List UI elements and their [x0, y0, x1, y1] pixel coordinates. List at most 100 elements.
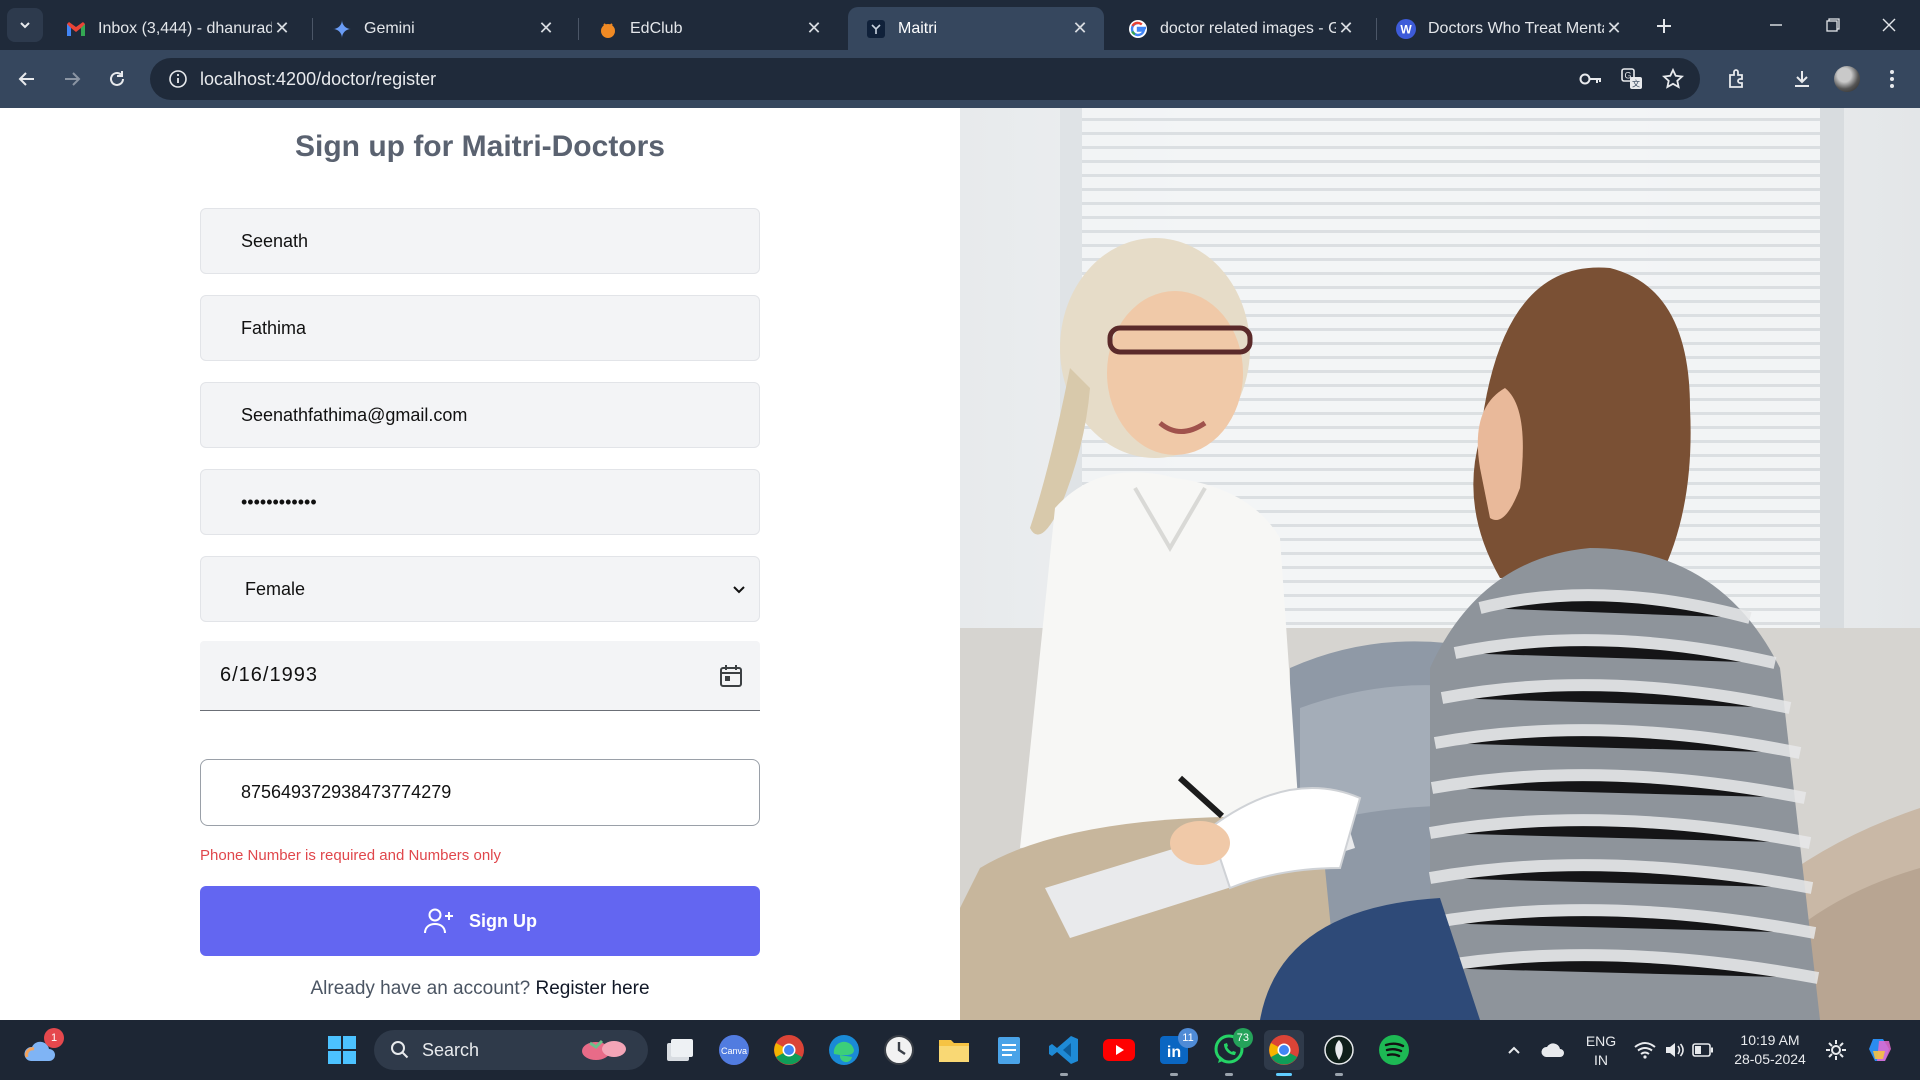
translate-icon[interactable]: G文 — [1619, 66, 1645, 92]
youtube-app[interactable] — [1099, 1030, 1139, 1070]
gemini-icon — [332, 19, 352, 39]
w-icon: W — [1396, 18, 1416, 39]
close-icon[interactable]: ✕ — [1070, 18, 1090, 39]
show-hidden-icons-button[interactable] — [1494, 1030, 1534, 1070]
running-indicator — [1335, 1073, 1343, 1076]
close-icon[interactable]: ✕ — [272, 18, 292, 39]
weather-badge: 1 — [44, 1028, 64, 1048]
minimize-button[interactable] — [1753, 8, 1799, 42]
battery-icon — [1692, 1043, 1713, 1057]
register-here-link[interactable]: Register here — [535, 978, 649, 999]
new-tab-button[interactable] — [1650, 12, 1678, 40]
gender-selected-value: Female — [245, 578, 306, 599]
search-icon — [391, 1041, 409, 1059]
tab-search-button[interactable] — [7, 8, 43, 42]
clock-date-text: 28-05-2024 — [1734, 1051, 1806, 1067]
tab-gemini[interactable]: Gemini ✕ — [314, 7, 570, 50]
task-view-button[interactable] — [660, 1030, 700, 1070]
plus-icon — [1657, 19, 1671, 33]
close-icon[interactable]: ✕ — [536, 18, 556, 39]
clock-icon — [884, 1035, 914, 1065]
browser-menu-button[interactable] — [1877, 64, 1907, 94]
close-icon[interactable]: ✕ — [1336, 18, 1356, 39]
task-view-icon — [667, 1039, 693, 1061]
url-text[interactable]: localhost:4200/doctor/register — [200, 69, 436, 90]
google-icon — [1128, 19, 1148, 39]
linkedin-badge: 11 — [1178, 1028, 1198, 1048]
password-field[interactable]: •••••••••••• — [200, 469, 760, 535]
email-field[interactable]: Seenathfathima@gmail.com — [200, 382, 760, 448]
chrome-icon — [774, 1035, 804, 1065]
running-indicator — [1225, 1073, 1233, 1076]
whatsapp-badge: 73 — [1232, 1028, 1253, 1048]
svg-text:Canva: Canva — [721, 1046, 747, 1056]
notepad-app[interactable] — [989, 1030, 1029, 1070]
folder-icon — [939, 1040, 969, 1062]
profile-avatar[interactable] — [1832, 64, 1862, 94]
address-bar[interactable]: localhost:4200/doctor/register — [150, 58, 1700, 100]
tab-title: Doctors Who Treat Mental — [1428, 19, 1604, 37]
onedrive-icon[interactable] — [1533, 1030, 1573, 1070]
tab-separator — [1376, 18, 1377, 40]
chrome-app-active[interactable] — [1264, 1030, 1304, 1076]
close-icon[interactable]: ✕ — [804, 18, 824, 39]
chrome-app[interactable] — [769, 1030, 809, 1070]
login-prompt-text: Already have an account? — [310, 978, 531, 999]
bookmark-star-icon[interactable] — [1660, 66, 1686, 92]
last-name-field[interactable]: Fathima — [200, 295, 760, 361]
back-button[interactable] — [10, 62, 44, 96]
tab-doctors-mental[interactable]: W Doctors Who Treat Mental ✕ — [1378, 7, 1638, 50]
copilot-icon[interactable] — [1860, 1030, 1900, 1070]
edge-app[interactable] — [824, 1030, 864, 1070]
start-button[interactable] — [322, 1030, 362, 1070]
file-explorer-app[interactable] — [934, 1030, 974, 1070]
spotify-app[interactable] — [1374, 1030, 1414, 1070]
spotify-icon — [1379, 1035, 1409, 1065]
sign-up-button[interactable]: Sign Up — [200, 886, 760, 956]
date-of-birth-value: 6/16/1993 — [220, 664, 318, 686]
close-icon[interactable]: ✕ — [1604, 18, 1624, 39]
signup-form-panel: Sign up for Maitri-Doctors Seenath Fathi… — [0, 108, 960, 1020]
download-icon[interactable] — [1787, 64, 1817, 94]
canva-app[interactable]: Canva — [714, 1030, 754, 1070]
tab-maitri[interactable]: Maitri ✕ — [848, 7, 1104, 50]
quick-settings[interactable] — [1629, 1030, 1719, 1070]
search-highlight-icon — [582, 1039, 626, 1060]
windows-taskbar: 1 Search Canva in 11 73 ENG IN 10:19 AM … — [0, 1020, 1920, 1080]
whatsapp-app[interactable]: 73 — [1209, 1028, 1253, 1076]
restore-button[interactable] — [1810, 8, 1856, 42]
clock-app[interactable] — [879, 1030, 919, 1070]
phone-field[interactable]: 875649372938473774279 — [200, 759, 760, 826]
language-indicator[interactable]: ENG IN — [1580, 1032, 1622, 1070]
arrow-left-icon — [18, 72, 34, 86]
mongodb-compass-app[interactable] — [1319, 1030, 1359, 1076]
svg-text:W: W — [1400, 22, 1412, 36]
edclub-icon — [598, 19, 618, 39]
vscode-app[interactable] — [1044, 1030, 1084, 1076]
gender-select[interactable]: Female — [200, 556, 760, 622]
forward-button[interactable] — [55, 62, 89, 96]
password-key-icon[interactable] — [1578, 66, 1604, 92]
tab-edclub[interactable]: EdClub ✕ — [580, 7, 838, 50]
date-of-birth-field[interactable]: 6/16/1993 — [200, 641, 760, 711]
clock-date[interactable]: 10:19 AM 28-05-2024 — [1728, 1031, 1812, 1069]
consultation-illustration — [960, 108, 1920, 1020]
page-content: Sign up for Maitri-Doctors Seenath Fathi… — [0, 108, 1920, 1020]
extensions-icon[interactable] — [1722, 64, 1752, 94]
arrow-right-icon — [65, 72, 81, 86]
linkedin-app[interactable]: in 11 — [1154, 1028, 1198, 1076]
tab-gmail[interactable]: Inbox (3,444) - dhanuradha ✕ — [48, 7, 306, 50]
calendar-icon[interactable] — [718, 663, 744, 689]
tab-google-images[interactable]: doctor related images - Go ✕ — [1110, 7, 1370, 50]
browser-toolbar: localhost:4200/doctor/register G文 — [0, 50, 1920, 108]
focus-settings-icon[interactable] — [1816, 1030, 1856, 1070]
taskbar-search[interactable]: Search — [374, 1030, 648, 1070]
first-name-field[interactable]: Seenath — [200, 208, 760, 274]
svg-text:文: 文 — [1632, 79, 1640, 89]
weather-widget[interactable]: 1 — [20, 1028, 64, 1070]
reload-button[interactable] — [100, 62, 134, 96]
windows-logo-icon — [328, 1036, 356, 1064]
clock-time: 10:19 AM — [1740, 1032, 1800, 1048]
site-info-icon[interactable] — [156, 58, 200, 100]
window-close-button[interactable] — [1866, 8, 1912, 42]
